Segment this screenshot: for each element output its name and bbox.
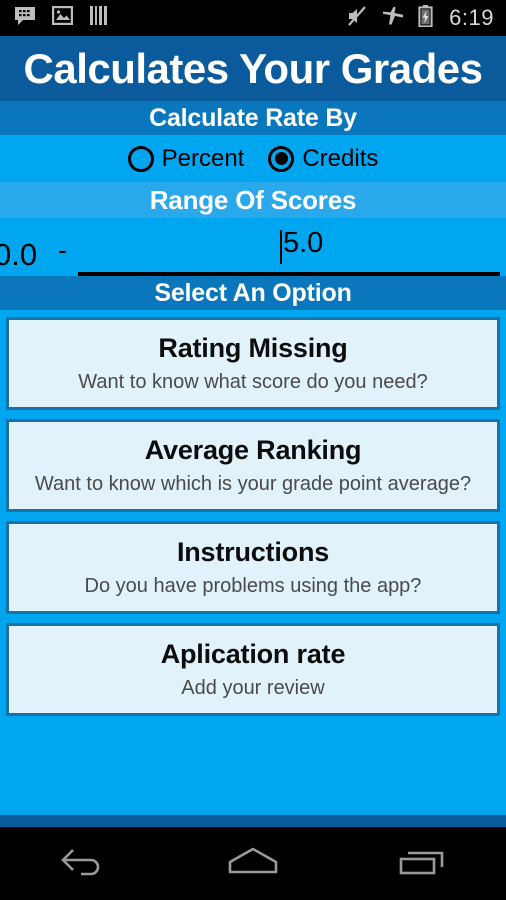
calculate-rate-by-header: Calculate Rate By: [0, 101, 506, 135]
status-bar: 6:19: [0, 0, 506, 36]
option-card-subtitle: Add your review: [181, 677, 325, 699]
option-card-title: Aplication rate: [160, 639, 346, 669]
option-card-aplication-rate[interactable]: Aplication rate Add your review: [6, 623, 500, 716]
range-max-input[interactable]: 5.0: [78, 226, 500, 276]
radio-percent-icon[interactable]: [127, 145, 154, 172]
home-icon: [225, 844, 281, 883]
content-filler: [0, 716, 506, 815]
option-card-subtitle: Do you have problems using the app?: [84, 575, 422, 597]
messenger-icon: [14, 6, 36, 31]
home-button[interactable]: [198, 827, 308, 900]
option-card-title: Average Ranking: [144, 435, 362, 465]
photo-icon: [51, 5, 74, 30]
option-card-subtitle: Want to know which is your grade point a…: [34, 473, 472, 495]
status-bar-clock: 6:19: [449, 5, 494, 30]
option-card-title: Instructions: [176, 537, 330, 567]
option-card-instructions[interactable]: Instructions Do you have problems using …: [6, 521, 500, 614]
status-bar-notification-icons: [14, 5, 109, 31]
airplane-mode-icon: [381, 5, 405, 32]
rate-radio-group: Percent Credits: [0, 135, 506, 182]
radio-credits-icon[interactable]: [268, 145, 295, 172]
range-max-value: 5.0: [283, 227, 324, 259]
back-icon: [59, 844, 109, 883]
range-separator: -: [58, 235, 67, 265]
option-card-rating-missing[interactable]: Rating Missing Want to know what score d…: [6, 317, 500, 410]
battery-charging-icon: [418, 4, 433, 32]
radio-option-credits[interactable]: Credits: [268, 145, 378, 173]
status-bar-system-icons: 6:19: [346, 4, 494, 32]
options-list: Rating Missing Want to know what score d…: [0, 310, 506, 716]
range-of-scores-row: 0.0 - 5.0: [0, 218, 506, 276]
select-an-option-label: Select An Option: [154, 278, 352, 307]
android-navigation-bar: [0, 827, 506, 900]
barcode-icon: [89, 6, 109, 30]
phone-screen: 6:19 Calculates Your Grades Calculate Ra…: [0, 0, 506, 900]
page-title: Calculates Your Grades: [23, 44, 483, 92]
radio-option-percent[interactable]: Percent: [127, 144, 245, 173]
recents-icon: [396, 844, 448, 883]
range-of-scores-header: Range Of Scores: [0, 182, 506, 218]
main-content: Calculate Rate By Percent Credits Range …: [0, 101, 506, 815]
radio-credits-label: Credits: [302, 144, 379, 172]
mute-icon: [346, 5, 368, 32]
calculate-rate-by-label: Calculate Rate By: [149, 103, 357, 132]
bottom-accent-strip: [0, 815, 506, 827]
option-card-average-ranking[interactable]: Average Ranking Want to know which is yo…: [6, 419, 500, 512]
text-cursor: [280, 230, 282, 264]
select-an-option-header: Select An Option: [0, 276, 506, 310]
radio-percent-label: Percent: [161, 144, 245, 172]
option-card-subtitle: Want to know what score do you need?: [78, 371, 428, 393]
app-title-bar: Calculates Your Grades: [0, 36, 506, 101]
option-card-title: Rating Missing: [158, 333, 348, 363]
range-min-value: 0.0: [0, 237, 38, 272]
back-button[interactable]: [29, 827, 139, 900]
range-of-scores-label: Range Of Scores: [149, 184, 357, 215]
recents-button[interactable]: [367, 827, 477, 900]
